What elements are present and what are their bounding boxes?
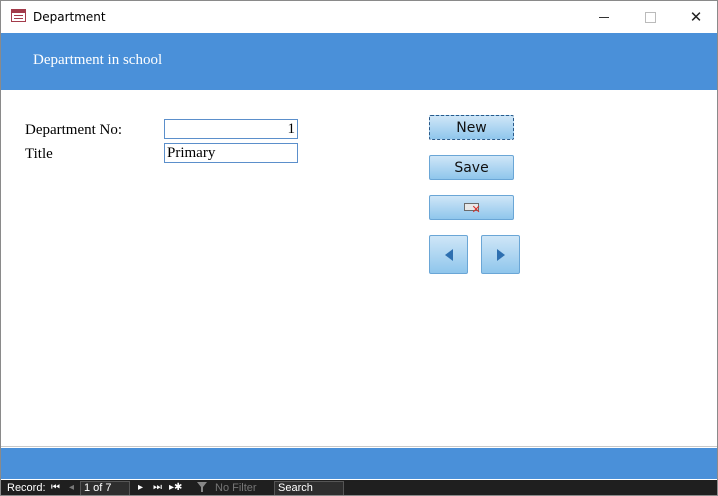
minimize-button[interactable] bbox=[581, 1, 627, 33]
filter-icon bbox=[197, 482, 207, 492]
delete-record-icon: ✕ bbox=[463, 202, 481, 215]
minimize-icon bbox=[599, 16, 609, 18]
department-no-label: Department No: bbox=[25, 122, 123, 138]
form-footer bbox=[1, 448, 717, 479]
maximize-button[interactable] bbox=[627, 1, 673, 33]
title-field[interactable]: Primary bbox=[164, 143, 298, 163]
new-record-icon[interactable]: ▸✱ bbox=[169, 482, 182, 493]
form-header: Department in school bbox=[1, 33, 717, 90]
window-title: Department bbox=[33, 10, 106, 24]
save-button[interactable]: Save bbox=[429, 155, 514, 180]
previous-record-icon[interactable]: ◂ bbox=[69, 482, 74, 493]
access-form-window: Department ✕ Department in school Depart… bbox=[0, 0, 718, 496]
department-no-field[interactable]: 1 bbox=[164, 119, 298, 139]
maximize-icon bbox=[644, 11, 656, 23]
last-record-icon[interactable]: ⏭ bbox=[153, 482, 162, 493]
search-box[interactable]: Search bbox=[274, 481, 344, 495]
no-filter-label[interactable]: No Filter bbox=[215, 482, 257, 494]
triangle-right-icon bbox=[496, 248, 505, 261]
form-icon bbox=[11, 9, 26, 22]
record-label: Record: bbox=[7, 482, 46, 494]
close-icon: ✕ bbox=[689, 7, 703, 26]
close-button[interactable]: ✕ bbox=[673, 1, 717, 33]
header-title: Department in school bbox=[33, 52, 163, 68]
new-button-label: New bbox=[456, 119, 487, 136]
record-navigation-bar: Record: ⏮ ◂ 1 of 7 ▸ ⏭ ▸✱ No Filter Sear… bbox=[1, 480, 717, 495]
save-button-label: Save bbox=[454, 159, 489, 176]
delete-button[interactable]: ✕ bbox=[429, 195, 514, 220]
title-label: Title bbox=[25, 146, 53, 162]
first-record-icon[interactable]: ⏮ bbox=[51, 482, 60, 493]
next-record-icon[interactable]: ▸ bbox=[138, 482, 143, 493]
previous-record-button[interactable] bbox=[429, 235, 468, 274]
title-bar: Department ✕ bbox=[1, 1, 717, 33]
footer-divider bbox=[1, 446, 717, 447]
new-button[interactable]: New bbox=[429, 115, 514, 140]
current-record-field[interactable]: 1 of 7 bbox=[80, 481, 130, 495]
next-record-button[interactable] bbox=[481, 235, 520, 274]
triangle-left-icon bbox=[444, 248, 453, 261]
